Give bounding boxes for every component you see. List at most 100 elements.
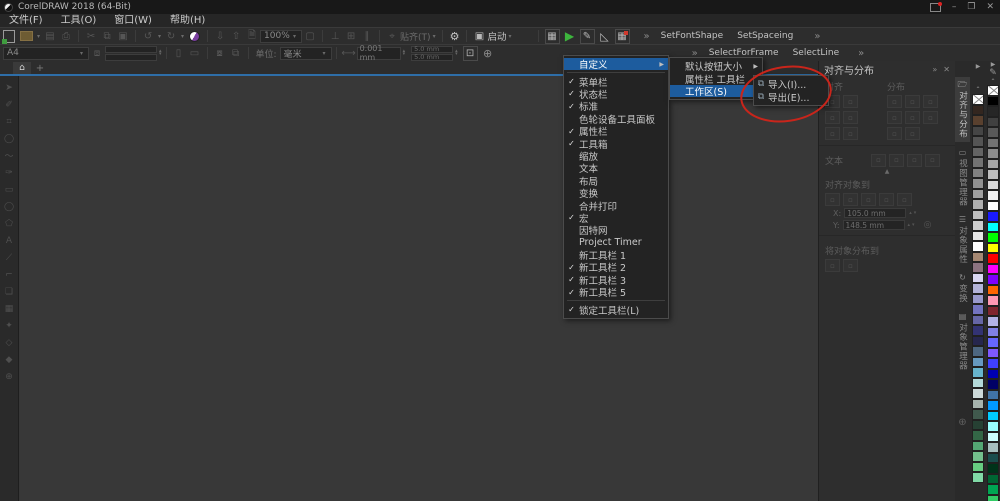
new-tab-button[interactable]: + (34, 62, 46, 74)
menubar-item-1[interactable]: 工具(O) (52, 14, 106, 27)
menu-item-8[interactable]: 文本 (564, 162, 668, 175)
color-swatch-4[interactable] (987, 137, 999, 148)
page-edge-icon[interactable]: ▫ (843, 193, 858, 206)
menu-item-2[interactable]: 工作区(S)▶ (670, 84, 762, 98)
color-swatch-33[interactable] (972, 451, 984, 462)
docker-collapse-icon[interactable]: » (932, 65, 937, 74)
color-swatch-33[interactable] (987, 442, 999, 453)
color-swatch-19[interactable] (972, 304, 984, 315)
color-swatch-6[interactable] (972, 167, 984, 178)
color-swatch-22[interactable] (972, 335, 984, 346)
color-swatch-7[interactable] (972, 178, 984, 189)
ruler-icon[interactable]: ◺ (598, 30, 612, 43)
color-swatch-23[interactable] (987, 337, 999, 348)
color-swatch-26[interactable] (987, 368, 999, 379)
specify-point-icon[interactable]: ◎ (924, 220, 932, 230)
color-swatch-10[interactable] (972, 209, 984, 220)
color-swatch-22[interactable] (987, 326, 999, 337)
color-swatch-32[interactable] (987, 431, 999, 442)
set-font-shape-button[interactable]: SetFontShape (661, 31, 724, 41)
distribute-left-icon[interactable]: ▫ (887, 95, 902, 108)
page-center-icon[interactable]: ▫ (861, 193, 876, 206)
units-combo[interactable]: 毫米 ▾ (279, 46, 332, 60)
color-swatch-29[interactable] (972, 409, 984, 420)
toolbar-overflow-icon[interactable]: » (644, 31, 650, 42)
color-swatch-16[interactable] (987, 263, 999, 274)
menu-item-14[interactable]: Project Timer (564, 236, 668, 248)
docker-tab-0[interactable]: 🗁 对齐与分布 (955, 77, 970, 142)
open-dropdown-icon[interactable]: ▾ (37, 33, 40, 40)
color-swatch-37[interactable] (987, 484, 999, 495)
extent-of-page-icon[interactable]: ▫ (843, 259, 858, 272)
menu-item-12[interactable]: ✓ 宏 (564, 212, 668, 225)
color-swatch-30[interactable] (972, 419, 984, 430)
color-swatch-1[interactable] (987, 106, 999, 117)
distribute-top-icon[interactable]: ▫ (905, 111, 920, 124)
color-swatch-26[interactable] (972, 377, 984, 388)
color-swatch-3[interactable] (972, 136, 984, 147)
menu-item-5[interactable]: ✓ 属性栏 (564, 125, 668, 139)
color-swatch-17[interactable] (987, 274, 999, 285)
palette-edit-icon[interactable]: ✎ (986, 68, 1000, 78)
distribute-center-h-icon[interactable]: ▫ (905, 95, 920, 108)
palette-scroll-up-icon[interactable]: ⌃ (986, 78, 1000, 85)
palette-flyout-icon[interactable]: ▶ (986, 61, 1000, 68)
color-swatch-28[interactable] (972, 398, 984, 409)
color-swatch-7[interactable] (987, 169, 999, 180)
snap-label[interactable]: 贴齐(T) (400, 30, 431, 43)
color-swatch-14[interactable] (972, 251, 984, 262)
docker-tab-1[interactable]: ▭ 视图管理器 (955, 145, 970, 210)
menu-item-3[interactable]: ✓ 标准 (564, 100, 668, 114)
add-tool-icon[interactable]: ⊕ (1, 368, 18, 385)
color-swatch-5[interactable] (972, 157, 984, 168)
ellipse-tool-icon[interactable]: ◯ (1, 198, 18, 215)
freehand-tool-icon[interactable]: 〜 (1, 147, 18, 164)
menu-item-6[interactable]: ✓ 工具箱 (564, 137, 668, 151)
color-swatch-15[interactable] (972, 262, 984, 273)
record-macro-icon[interactable]: ▦ (614, 28, 630, 44)
color-swatch-25[interactable] (987, 358, 999, 369)
color-swatch-0[interactable] (972, 104, 984, 115)
distribute-bottom-icon[interactable]: ▫ (905, 127, 920, 140)
color-swatch-24[interactable] (972, 356, 984, 367)
artistic-media-tool-icon[interactable]: ✑ (1, 164, 18, 181)
text-bounding-box-icon[interactable]: ▫ (907, 153, 922, 167)
color-swatch-18[interactable] (987, 284, 999, 295)
docker-tab-3[interactable]: ↻ 变换 (955, 270, 970, 306)
active-objects-icon[interactable]: ▫ (825, 193, 840, 206)
menu-item-0[interactable]: ⧉ 导入(I)... (754, 78, 828, 91)
color-swatch-9[interactable] (972, 199, 984, 210)
docker-tab-2[interactable]: ☰ 对象属性 (955, 212, 970, 267)
specified-point-icon[interactable]: ▫ (897, 193, 912, 206)
color-swatch-4[interactable] (972, 146, 984, 157)
menubar-item-0[interactable]: 文件(F) (0, 14, 52, 27)
toolbar-overflow-icon[interactable]: » (814, 31, 820, 42)
text-baseline-first-icon[interactable]: ▫ (871, 153, 886, 167)
draw-frame-icon[interactable]: ⊡ (462, 45, 478, 61)
rectangle-tool-icon[interactable]: ▭ (1, 181, 18, 198)
distribute-right-icon[interactable]: ▫ (887, 111, 902, 124)
restore-button[interactable]: ❐ (967, 2, 975, 12)
extent-of-selection-icon[interactable]: ▫ (825, 259, 840, 272)
color-eyedropper-tool-icon[interactable]: ✦ (1, 317, 18, 334)
menu-item-2[interactable]: ✓ 状态栏 (564, 88, 668, 101)
palette-scroll-up-icon[interactable]: ⌃ (971, 84, 985, 94)
color-swatch-31[interactable] (987, 421, 999, 432)
color-swatch-9[interactable] (987, 190, 999, 201)
no-color-swatch[interactable] (972, 94, 984, 105)
fill-tool-icon[interactable]: ◆ (1, 351, 18, 368)
connector-tool-icon[interactable]: ⌐ (1, 266, 18, 283)
menubar-item-3[interactable]: 帮助(H) (161, 14, 214, 27)
minimize-button[interactable]: – (952, 2, 957, 12)
color-swatch-23[interactable] (972, 346, 984, 357)
color-swatch-35[interactable] (987, 463, 999, 474)
color-swatch-38[interactable] (987, 494, 999, 501)
color-swatch-29[interactable] (987, 400, 999, 411)
docker-close-icon[interactable]: ✕ (943, 65, 950, 74)
color-swatch-17[interactable] (972, 283, 984, 294)
whats-new-icon[interactable] (929, 1, 942, 12)
welcome-home-tab[interactable]: ⌂ (13, 62, 31, 74)
color-swatch-2[interactable] (987, 116, 999, 127)
set-spacing-button[interactable]: SetSpaceing (737, 31, 793, 41)
pick-tool-icon[interactable]: ➤ (1, 79, 18, 96)
